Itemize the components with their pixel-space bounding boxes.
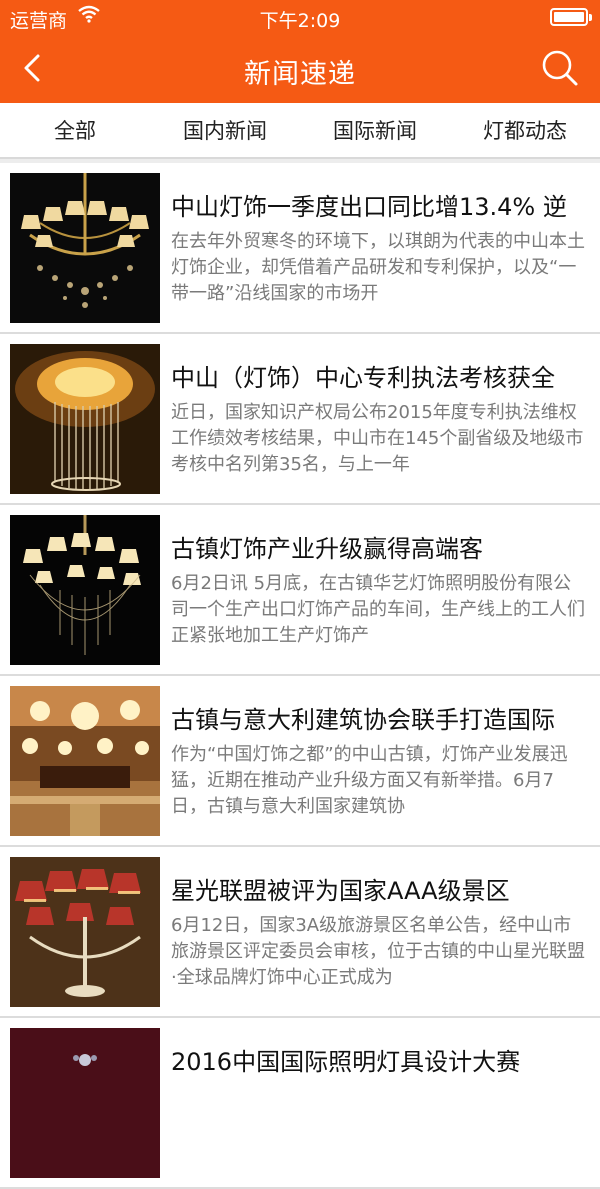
news-headline: 2016中国国际照明灯具设计大赛 bbox=[171, 1048, 521, 1076]
news-thumbnail-showroom bbox=[10, 686, 160, 836]
news-summary: 近日，国家知识产权局公布2015年度专利执法维权工作绩效考核结果，中山市在145… bbox=[171, 402, 584, 475]
status-time: 下午2:09 bbox=[259, 10, 341, 32]
news-headline: 星光联盟被评为国家AAA级景区 bbox=[171, 877, 510, 905]
search-icon[interactable] bbox=[538, 46, 582, 90]
news-summary: 6月2日讯 5月底，在古镇华艺灯饰照明股份有限公司一个生产出口灯饰产品的车间，生… bbox=[171, 573, 585, 646]
news-headline: 中山灯饰一季度出口同比增13.4% 逆 bbox=[171, 193, 567, 221]
battery-icon bbox=[550, 8, 592, 26]
news-summary: 在去年外贸寒冬的环境下，以琪朗为代表的中山本土灯饰企业，却凭借着产品研发和专利保… bbox=[171, 231, 585, 304]
news-item[interactable]: 星光联盟被评为国家AAA级景区 6月12日，国家3A级旅游景区名单公告，经中山市… bbox=[0, 847, 600, 1018]
news-headline: 中山（灯饰）中心专利执法考核获全 bbox=[171, 364, 555, 392]
status-bar: 运营商 下午2:09 bbox=[0, 0, 600, 34]
news-thumbnail-chandelier bbox=[10, 173, 160, 323]
tab-domestic-news[interactable]: 国内新闻 bbox=[150, 103, 300, 157]
category-tabs: 全部 国内新闻 国际新闻 灯都动态 bbox=[0, 103, 600, 159]
news-item[interactable]: 中山灯饰一季度出口同比增13.4% 逆 在去年外贸寒冬的环境下，以琪朗为代表的中… bbox=[0, 163, 600, 334]
news-thumbnail-chandelier bbox=[10, 857, 160, 1007]
news-thumbnail-chandelier bbox=[10, 515, 160, 665]
news-thumbnail-design-contest bbox=[10, 1028, 160, 1178]
tab-lighting-capital-news[interactable]: 灯都动态 bbox=[450, 103, 600, 157]
news-summary: 作为“中国灯饰之都”的中山古镇，灯饰产业发展迅猛，近期在推动产业升级方面又有新举… bbox=[171, 744, 568, 817]
news-headline: 古镇灯饰产业升级赢得高端客 bbox=[171, 535, 483, 563]
news-summary: 6月12日，国家3A级旅游景区名单公告，经中山市旅游景区评定委员会审核，位于古镇… bbox=[171, 915, 585, 988]
nav-bar: 新闻速递 bbox=[0, 34, 600, 103]
news-item[interactable]: 古镇与意大利建筑协会联手打造国际 作为“中国灯饰之都”的中山古镇，灯饰产业发展迅… bbox=[0, 676, 600, 847]
tab-all[interactable]: 全部 bbox=[0, 103, 150, 157]
page-title: 新闻速递 bbox=[244, 59, 356, 90]
news-thumbnail-ceiling-lamp bbox=[10, 344, 160, 494]
news-list: 中山灯饰一季度出口同比增13.4% 逆 在去年外贸寒冬的环境下，以琪朗为代表的中… bbox=[0, 163, 600, 1189]
news-summary bbox=[171, 1084, 589, 1162]
news-item[interactable]: 古镇灯饰产业升级赢得高端客 6月2日讯 5月底，在古镇华艺灯饰照明股份有限公司一… bbox=[0, 505, 600, 676]
news-item[interactable]: 中山（灯饰）中心专利执法考核获全 近日，国家知识产权局公布2015年度专利执法维… bbox=[0, 334, 600, 505]
news-headline: 古镇与意大利建筑协会联手打造国际 bbox=[171, 706, 555, 734]
news-item[interactable]: 2016中国国际照明灯具设计大赛 bbox=[0, 1018, 600, 1189]
tab-international-news[interactable]: 国际新闻 bbox=[300, 103, 450, 157]
